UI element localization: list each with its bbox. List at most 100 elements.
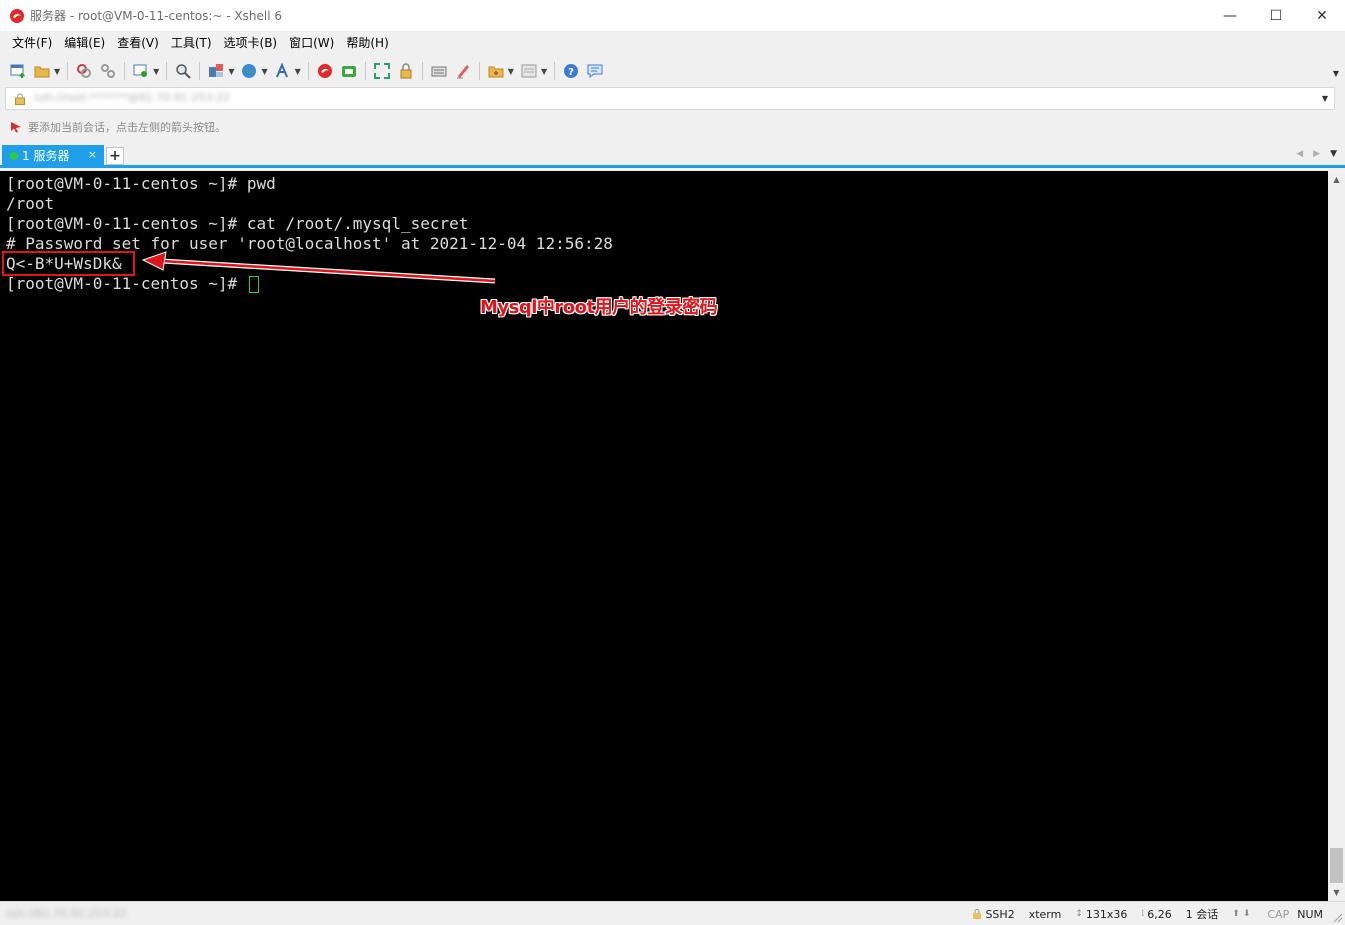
menu-help[interactable]: 帮助(H) [340, 31, 394, 55]
terminal-scrollbar[interactable]: ▲ ▼ [1328, 171, 1345, 901]
highlight-pen-icon[interactable] [454, 62, 472, 80]
xftp-icon[interactable] [340, 62, 358, 80]
hint-text: 要添加当前会话，点击左侧的箭头按钮。 [28, 121, 226, 134]
globe-icon[interactable] [240, 62, 258, 80]
scroll-thumb[interactable] [1330, 848, 1343, 883]
layout-icon[interactable] [207, 62, 225, 80]
status-transfer: ⬆ ⬇ [1232, 909, 1253, 919]
xshell-icon[interactable] [316, 62, 334, 80]
status-sessions: 1 会话 [1185, 908, 1219, 921]
toolbar-separator [307, 62, 309, 80]
keyboard-icon[interactable] [430, 62, 448, 80]
toolbar: ▼ ▼ ▼ ▼ ▼ ▼ ▼ ? ▼ [0, 55, 1345, 87]
open-dropdown-icon[interactable]: ▼ [54, 67, 60, 76]
search-icon[interactable] [174, 62, 192, 80]
toolbar-separator [124, 62, 126, 80]
terminal-prompt-line: [root@VM-0-11-centos ~]# [6, 274, 1328, 294]
toolbar-separator [421, 62, 423, 80]
download-icon: ⬇ [1242, 909, 1251, 919]
scroll-down-icon[interactable]: ▼ [1328, 884, 1345, 901]
terminal-line-password: Q<-B*U+WsDk& [6, 254, 122, 273]
globe-dropdown-icon[interactable]: ▼ [261, 67, 267, 76]
status-cap: CAP [1267, 907, 1290, 921]
minimize-button[interactable]: — [1207, 0, 1253, 31]
toolbar-overflow-icon[interactable]: ▼ [1333, 69, 1339, 78]
tab-server[interactable]: 1 服务器 × [2, 145, 104, 166]
password-highlight-box [2, 251, 135, 276]
address-bar[interactable]: ssh://root:*******@81.70.91.253:22 ▼ [5, 87, 1335, 110]
status-bar: ssh://81.70.91.253:22 SSH2 xterm ↕ 131x36… [0, 901, 1345, 925]
cursor-pos-icon: ⁞ [1141, 909, 1145, 919]
annotation-label: Mysql中root用户的登录密码 [480, 297, 718, 318]
tab-next-icon[interactable]: ▶ [1313, 149, 1320, 159]
help-icon[interactable]: ? [562, 62, 580, 80]
connected-status-icon [10, 151, 18, 160]
status-size: ↕ 131x36 [1075, 907, 1128, 921]
toolbar-separator [166, 62, 168, 80]
font-icon[interactable] [274, 62, 292, 80]
toolbar-separator [554, 62, 556, 80]
terminal-prompt: [root@VM-0-11-centos ~]# [6, 274, 247, 293]
address-input[interactable]: ssh://root:*******@81.70.91.253:22 [34, 87, 1316, 110]
terminal-line: /root [6, 194, 55, 213]
tab-close-icon[interactable]: × [88, 148, 97, 161]
status-protocol: SSH2 [972, 908, 1015, 921]
protocol-lock-icon [973, 909, 982, 919]
terminal-line: [root@VM-0-11-centos ~]# pwd [6, 174, 276, 193]
menu-window[interactable]: 窗口(W) [283, 31, 340, 55]
terminal[interactable]: [root@VM-0-11-centos ~]# pwd /root [root… [0, 171, 1328, 901]
menu-edit[interactable]: 编辑(E) [58, 31, 111, 55]
reconnect-icon[interactable] [75, 62, 93, 80]
toolbar-separator [478, 62, 480, 80]
tab-label: 1 服务器 [22, 149, 70, 163]
new-folder-dropdown-icon[interactable]: ▼ [508, 67, 514, 76]
menu-tabs[interactable]: 选项卡(B) [218, 31, 284, 55]
toolbar-separator [67, 62, 69, 80]
tab-list-icon[interactable]: ▼ [1330, 149, 1337, 159]
status-cursor-pos: ⁞ 6,26 [1141, 907, 1172, 921]
window-title: 服务器 - root@VM-0-11-centos:~ - Xshell 6 [30, 9, 282, 23]
menu-view[interactable]: 查看(V) [111, 31, 165, 55]
font-dropdown-icon[interactable]: ▼ [295, 67, 301, 76]
session-hint-bar: 要添加当前会话，点击左侧的箭头按钮。 [0, 114, 1345, 140]
terminal-line: # Password set for user 'root@localhost'… [6, 234, 613, 253]
add-tab-button[interactable]: + [106, 147, 124, 165]
open-folder-icon[interactable] [33, 62, 51, 80]
svg-text:?: ? [568, 67, 574, 78]
new-session-icon[interactable] [9, 62, 27, 80]
layout-dropdown-icon[interactable]: ▼ [228, 67, 234, 76]
tab-bar: 1 服务器 × + ◀ ▶ ▼ [0, 143, 1345, 168]
resize-grip-icon[interactable] [1331, 911, 1343, 923]
terminal-cursor [248, 276, 259, 293]
xshell-logo-icon [10, 8, 24, 23]
menu-bar: 文件(F) 编辑(E) 查看(V) 工具(T) 选项卡(B) 窗口(W) 帮助(… [0, 31, 1345, 55]
toolbar-separator [199, 62, 201, 80]
status-connection: ssh://81.70.91.253:22 [6, 907, 127, 920]
close-button[interactable]: ✕ [1299, 0, 1345, 31]
status-num: NUM [1297, 907, 1323, 921]
upload-icon: ⬆ [1232, 909, 1240, 919]
title-bar: 服务器 - root@VM-0-11-centos:~ - Xshell 6 —… [0, 0, 1345, 31]
add-session-arrow-icon[interactable] [10, 121, 22, 133]
disconnect-icon[interactable] [99, 62, 117, 80]
script-icon[interactable] [520, 62, 538, 80]
tab-navigation: ◀ ▶ ▼ [1296, 149, 1337, 159]
resize-icon: ↕ [1075, 909, 1083, 919]
status-indicators: SSH2 xterm ↕ 131x36 ⁞ 6,26 1 会话 ⬆ ⬇ CAP NUM [958, 902, 1323, 925]
tab-prev-icon[interactable]: ◀ [1296, 149, 1303, 159]
terminal-line: [root@VM-0-11-centos ~]# cat /root/.mysq… [6, 214, 469, 233]
address-dropdown-icon[interactable]: ▼ [1316, 94, 1334, 103]
menu-tools[interactable]: 工具(T) [165, 31, 218, 55]
properties-dropdown-icon[interactable]: ▼ [153, 67, 159, 76]
lock-icon[interactable] [397, 62, 415, 80]
script-dropdown-icon[interactable]: ▼ [541, 67, 547, 76]
scroll-up-icon[interactable]: ▲ [1328, 171, 1345, 188]
fullscreen-icon[interactable] [373, 62, 391, 80]
maximize-button[interactable]: ☐ [1253, 0, 1299, 31]
menu-file[interactable]: 文件(F) [6, 31, 58, 55]
status-term-type: xterm [1028, 907, 1062, 921]
new-folder-icon[interactable] [487, 62, 505, 80]
toolbar-separator [364, 62, 366, 80]
properties-icon[interactable] [132, 62, 150, 80]
chat-icon[interactable] [586, 62, 604, 80]
